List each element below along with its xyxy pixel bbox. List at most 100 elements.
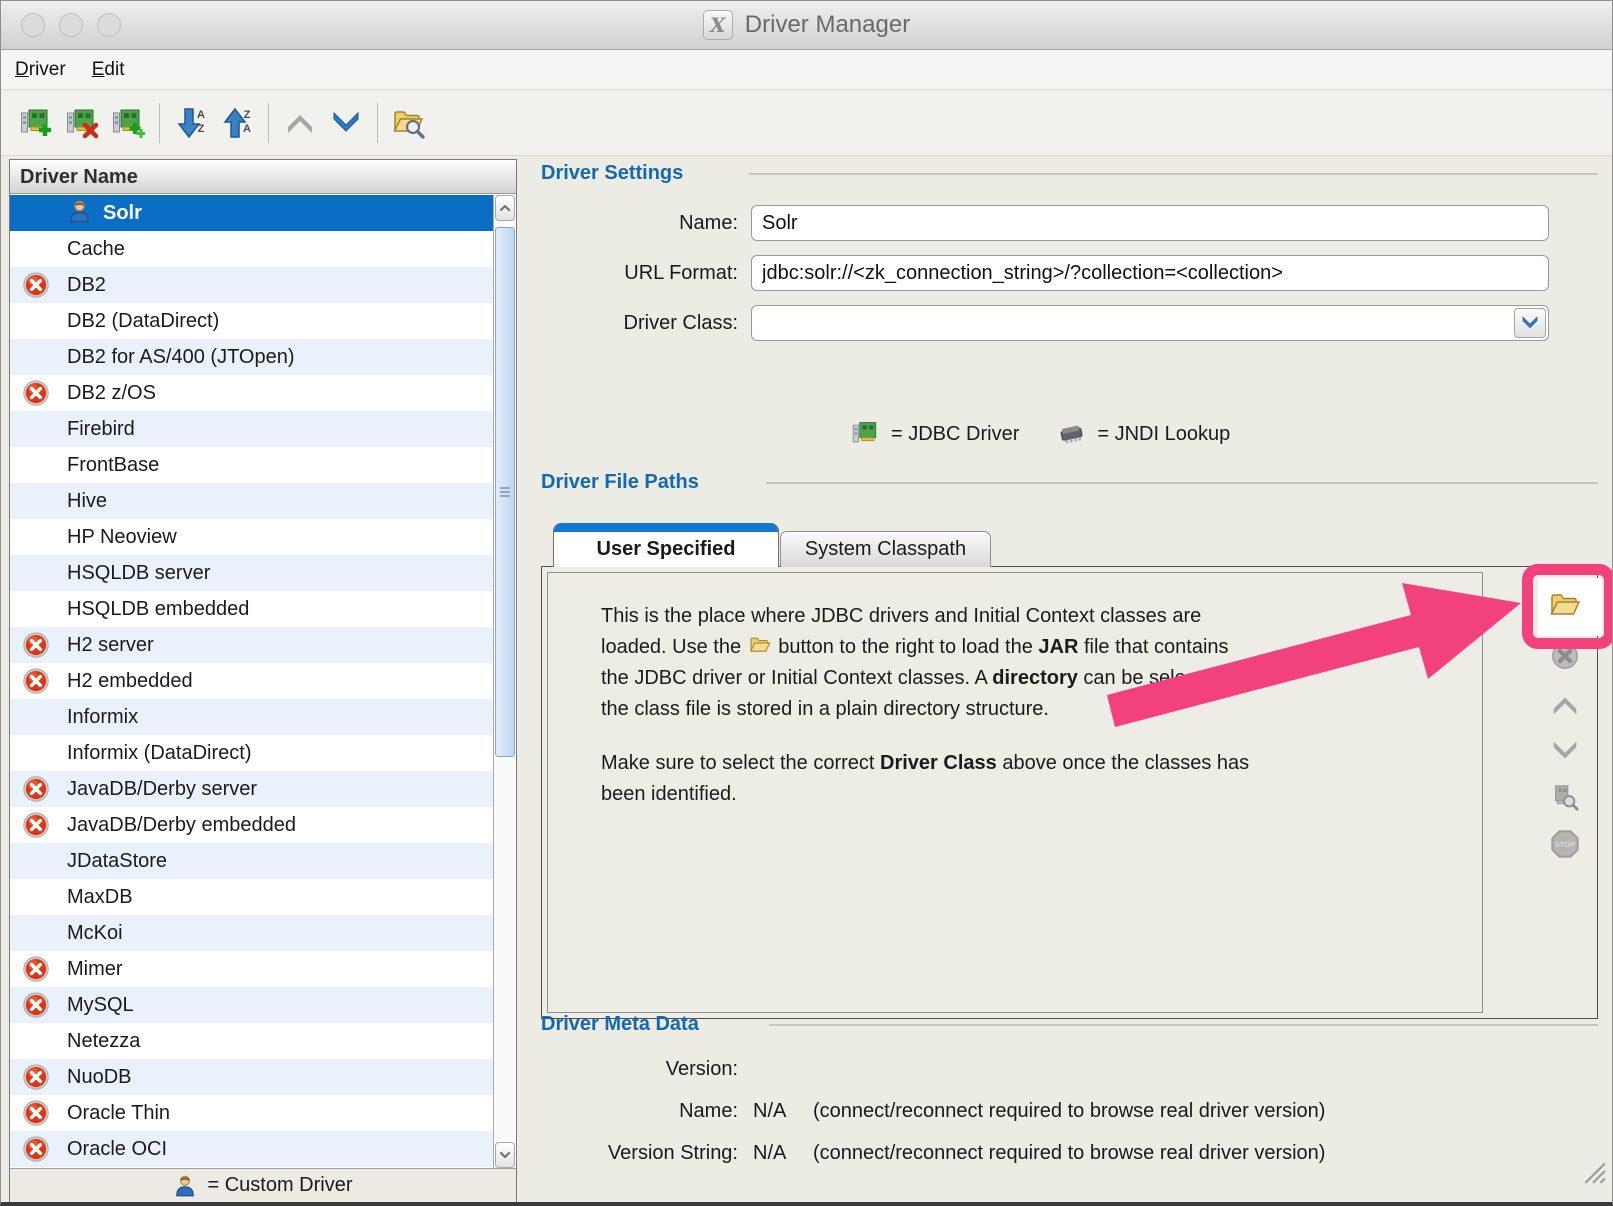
driver-settings-title: Driver Settings: [541, 162, 683, 185]
driver-list-item[interactable]: JavaDB/Derby server: [10, 771, 493, 807]
move-up-button: [277, 99, 323, 147]
find-driver-button[interactable]: [386, 99, 432, 147]
driver-error-icon: [22, 955, 50, 983]
driver-name-label: Informix: [67, 706, 138, 728]
tab-system-classpath[interactable]: System Classpath: [780, 531, 991, 567]
chevron-up-gray-icon: [283, 106, 317, 140]
driver-name-label: HSQLDB embedded: [67, 598, 249, 620]
driver-list-item[interactable]: H2 embedded: [10, 663, 493, 699]
driver-name-label: Solr: [103, 202, 142, 224]
legend-item: = JNDI Lookup: [1057, 419, 1230, 449]
scroll-up-button[interactable]: [495, 195, 515, 221]
svg-text:Z: Z: [244, 109, 251, 121]
chevron-down-blue-icon: [329, 106, 363, 140]
folder-search-icon: [392, 106, 426, 140]
driver-file-paths-title: Driver File Paths: [541, 471, 699, 494]
driver-list-item[interactable]: FrontBase: [10, 447, 493, 483]
titlebar: X Driver Manager: [1, 1, 1612, 50]
sort-descending-button[interactable]: AZ: [168, 99, 214, 147]
scroll-down-icon: [497, 1147, 513, 1163]
driver-list-item[interactable]: HSQLDB embedded: [10, 591, 493, 627]
driver-file-paths-rule: [766, 482, 1598, 484]
move-down-button[interactable]: [323, 99, 369, 147]
driver-name-label: Oracle OCI: [67, 1138, 167, 1160]
tab-user-specified[interactable]: User Specified: [553, 523, 779, 567]
driver-list-item[interactable]: DB2 z/OS: [10, 375, 493, 411]
meta-row-label: Version String:: [538, 1142, 738, 1165]
driver-list-item[interactable]: Netezza: [10, 1023, 493, 1059]
driver-name-label: Netezza: [67, 1030, 140, 1052]
driver-card-copy-icon: [111, 106, 145, 140]
driver-list-item[interactable]: NuoDB: [10, 1059, 493, 1095]
sort-ascending-button[interactable]: ZA: [214, 99, 260, 147]
create-driver-button[interactable]: [13, 99, 59, 147]
resize-grip[interactable]: [1579, 1157, 1607, 1185]
copy-driver-button[interactable]: [105, 99, 151, 147]
driver-class-field[interactable]: [751, 305, 1549, 341]
driver-error-icon: [22, 1063, 50, 1091]
custom-driver-legend: = Custom Driver: [10, 1168, 516, 1202]
driver-list-item[interactable]: DB2: [10, 267, 493, 303]
stop-button: STOP: [1547, 826, 1583, 862]
driver-list-item[interactable]: H2 server: [10, 627, 493, 663]
driver-list-item[interactable]: Hive: [10, 483, 493, 519]
driver-list-item[interactable]: Oracle Thin: [10, 1095, 493, 1131]
sort-descending-icon: AZ: [174, 106, 208, 140]
driver-list-item[interactable]: MySQL: [10, 987, 493, 1023]
toolbar-separator: [159, 103, 160, 143]
driver-list-header: Driver Name: [10, 160, 516, 194]
driver-error-icon: [22, 811, 50, 839]
chevron-down-icon: [1520, 313, 1540, 333]
driver-list-item[interactable]: HP Neoview: [10, 519, 493, 555]
annotation-highlight-box: [1522, 564, 1613, 649]
driver-list-item[interactable]: Informix (DataDirect): [10, 735, 493, 771]
driver-error-icon: [22, 379, 50, 407]
driver-meta-data-rule: [769, 1024, 1598, 1026]
menu-item-driver[interactable]: Driver: [15, 59, 66, 81]
driver-name-label: Informix (DataDirect): [67, 742, 251, 764]
driver-list-item[interactable]: Informix: [10, 699, 493, 735]
driver-list-item[interactable]: Oracle OCI: [10, 1131, 493, 1167]
driver-name-label: Hive: [67, 490, 107, 512]
driver-name-label: NuoDB: [67, 1066, 131, 1088]
driver-error-icon: [22, 775, 50, 803]
find-class-gray-icon: [1549, 782, 1581, 814]
driver-name-label: JDataStore: [67, 850, 167, 872]
driver-class-dropdown-button[interactable]: [1514, 308, 1546, 338]
driver-name-label: Oracle Thin: [67, 1102, 170, 1124]
name-field[interactable]: [751, 205, 1549, 241]
remove-driver-button[interactable]: [59, 99, 105, 147]
driver-list-item[interactable]: Firebird: [10, 411, 493, 447]
driver-list-item[interactable]: HSQLDB server: [10, 555, 493, 591]
driver-name-label: FrontBase: [67, 454, 159, 476]
driver-list-scrollbar[interactable]: [493, 195, 516, 1168]
driver-list-item[interactable]: Solr: [10, 195, 493, 231]
driver-list-item[interactable]: JavaDB/Derby embedded: [10, 807, 493, 843]
driver-name-label: Cache: [67, 238, 125, 260]
menubar: Driver Edit: [1, 50, 1612, 90]
custom-driver-legend-label: = Custom Driver: [207, 1174, 352, 1197]
driver-name-label: HP Neoview: [67, 526, 177, 548]
custom-driver-icon: [67, 199, 92, 224]
driver-list-item[interactable]: DB2 for AS/400 (JTOpen): [10, 339, 493, 375]
driver-list-item[interactable]: MaxDB: [10, 879, 493, 915]
driver-name-label: H2 server: [67, 634, 154, 656]
legend-label: = JNDI Lookup: [1097, 423, 1230, 446]
driver-list-item[interactable]: McKoi: [10, 915, 493, 951]
driver-list-item[interactable]: Mimer: [10, 951, 493, 987]
url-format-field[interactable]: [751, 255, 1549, 291]
driver-name-label: HSQLDB server: [67, 562, 210, 584]
tab-user-specified-label: User Specified: [554, 532, 778, 566]
scrollbar-thumb[interactable]: [495, 227, 515, 757]
jdbc-card-icon: [851, 419, 881, 449]
scroll-down-button[interactable]: [495, 1142, 515, 1168]
driver-list-item[interactable]: JDataStore: [10, 843, 493, 879]
menu-item-edit[interactable]: Edit: [92, 59, 125, 81]
driver-error-icon: [22, 631, 50, 659]
folder-open-icon: [747, 634, 773, 656]
driver-list-item[interactable]: Cache: [10, 231, 493, 267]
stop-gray-icon: STOP: [1549, 828, 1581, 860]
driver-list-item[interactable]: DB2 (DataDirect): [10, 303, 493, 339]
window-icon: X: [703, 10, 733, 40]
driver-name-label: DB2 (DataDirect): [67, 310, 219, 332]
